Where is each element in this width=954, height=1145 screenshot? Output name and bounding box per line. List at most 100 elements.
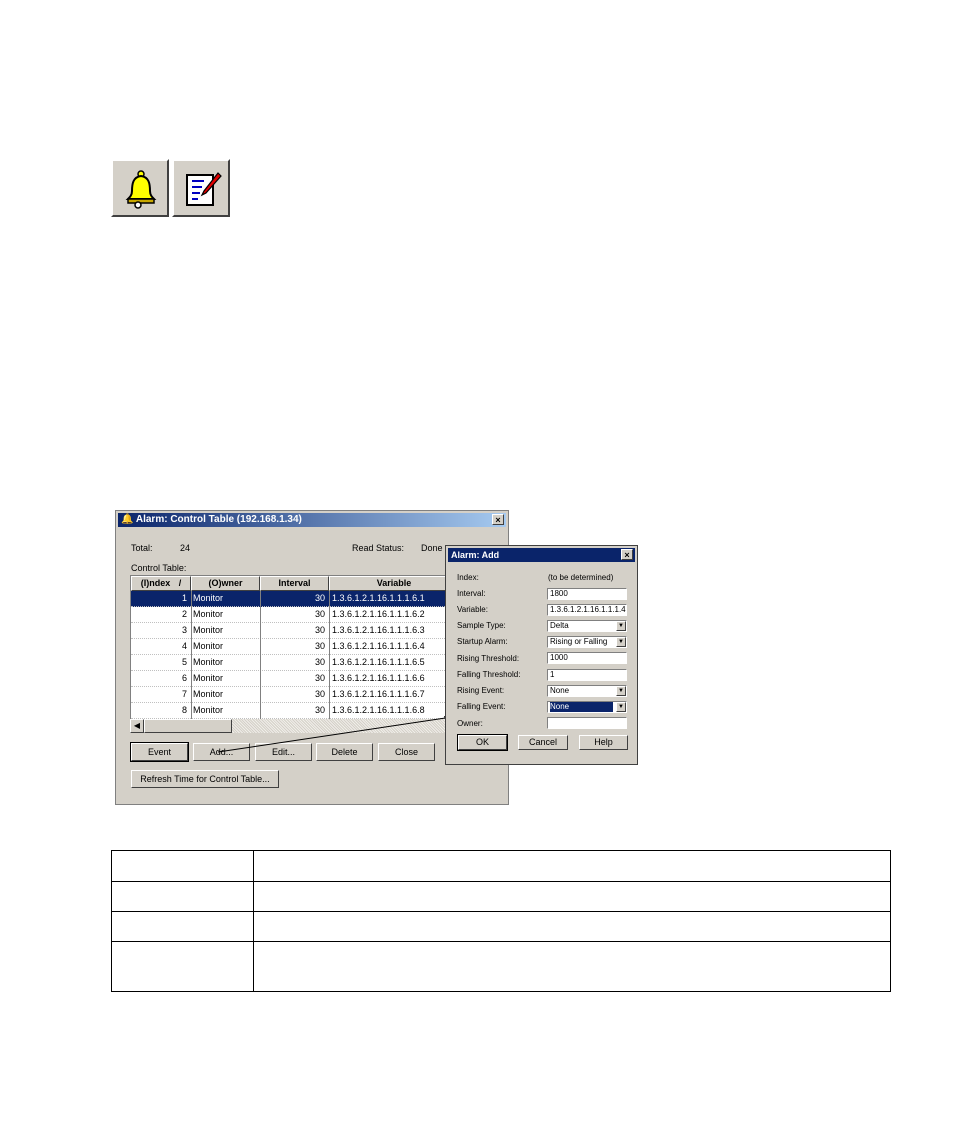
cell-interval: 30 bbox=[314, 593, 325, 603]
cell-variable: 1.3.6.1.2.1.16.1.1.1.6.7 bbox=[332, 689, 425, 699]
variable-input[interactable]: 1.3.6.1.2.1.16.1.1.1.4.1 bbox=[547, 604, 627, 616]
column-header-index[interactable]: (I)ndex / bbox=[131, 576, 191, 591]
scroll-left-arrow[interactable]: ◀ bbox=[130, 719, 144, 733]
column-divider bbox=[329, 703, 330, 719]
cancel-button[interactable]: Cancel bbox=[518, 735, 568, 750]
cell-variable: 1.3.6.1.2.1.16.1.1.1.6.5 bbox=[332, 657, 425, 667]
table-row[interactable]: 3 Monitor 30 1.3.6.1.2.1.16.1.1.1.6.3 bbox=[131, 623, 447, 639]
owner-label: Owner: bbox=[457, 719, 483, 728]
horizontal-scrollbar[interactable]: ◀ bbox=[130, 719, 448, 733]
column-divider bbox=[329, 607, 330, 623]
delete-button[interactable]: Delete bbox=[316, 743, 373, 761]
sample-type-select[interactable]: Delta ▼ bbox=[547, 620, 627, 632]
rising-threshold-label: Rising Threshold: bbox=[457, 654, 520, 663]
cell-index: 2 bbox=[181, 609, 187, 619]
column-divider bbox=[260, 623, 261, 639]
table-row[interactable]: 1 Monitor 30 1.3.6.1.2.1.16.1.1.1.6.1 bbox=[131, 591, 447, 607]
table-cell bbox=[253, 850, 891, 882]
column-divider bbox=[329, 671, 330, 687]
table-row[interactable]: 8 Monitor 30 1.3.6.1.2.1.16.1.1.1.6.8 bbox=[131, 703, 447, 719]
dropdown-arrow-icon[interactable]: ▼ bbox=[616, 621, 626, 631]
column-divider bbox=[260, 639, 261, 655]
cell-index: 8 bbox=[181, 705, 187, 715]
alarm-bell-button[interactable] bbox=[111, 159, 169, 217]
cell-interval: 30 bbox=[314, 657, 325, 667]
table-row[interactable]: 5 Monitor 30 1.3.6.1.2.1.16.1.1.1.6.5 bbox=[131, 655, 447, 671]
column-divider bbox=[191, 607, 192, 623]
column-divider bbox=[329, 623, 330, 639]
title-bar: 🔔 Alarm: Control Table (192.168.1.34) × bbox=[118, 513, 506, 527]
table-cell bbox=[111, 911, 254, 942]
table-row[interactable]: 4 Monitor 30 1.3.6.1.2.1.16.1.1.1.6.4 bbox=[131, 639, 447, 655]
startup-alarm-select[interactable]: Rising or Falling ▼ bbox=[547, 636, 627, 648]
control-table-label: Control Table: bbox=[131, 563, 187, 573]
ok-button[interactable]: OK bbox=[457, 734, 508, 751]
column-divider bbox=[329, 591, 330, 607]
rising-event-select[interactable]: None ▼ bbox=[547, 685, 627, 697]
falling-threshold-input[interactable]: 1 bbox=[547, 669, 627, 681]
cell-index: 3 bbox=[181, 625, 187, 635]
cell-owner: Monitor bbox=[193, 593, 224, 603]
refresh-time-button[interactable]: Refresh Time for Control Table... bbox=[131, 770, 279, 788]
cell-owner: Monitor bbox=[193, 673, 224, 683]
column-header-owner[interactable]: (O)wner bbox=[191, 576, 260, 591]
cell-index: 5 bbox=[181, 657, 187, 667]
scroll-thumb[interactable] bbox=[144, 719, 232, 733]
startup-alarm-label: Startup Alarm: bbox=[457, 637, 508, 646]
cell-variable: 1.3.6.1.2.1.16.1.1.1.6.1 bbox=[332, 593, 425, 603]
owner-input[interactable] bbox=[547, 717, 627, 729]
sample-type-label: Sample Type: bbox=[457, 621, 506, 630]
edit-icon bbox=[186, 172, 222, 206]
control-table[interactable]: (I)ndex / (O)wner Interval Variable 1 Mon… bbox=[130, 575, 448, 721]
index-label: Index: bbox=[457, 573, 479, 582]
cell-interval: 30 bbox=[314, 689, 325, 699]
column-header-interval[interactable]: Interval bbox=[260, 576, 329, 591]
dropdown-arrow-icon[interactable]: ▼ bbox=[616, 702, 626, 712]
alarm-add-dialog: Alarm: Add × Index: (to be determined) I… bbox=[445, 545, 638, 765]
column-divider bbox=[329, 639, 330, 655]
cell-interval: 30 bbox=[314, 673, 325, 683]
edit-button[interactable]: Edit... bbox=[255, 743, 312, 761]
close-window-button[interactable]: × bbox=[492, 514, 504, 525]
window-title: Alarm: Control Table (192.168.1.34) bbox=[135, 514, 302, 525]
interval-label: Interval: bbox=[457, 589, 486, 598]
table-row[interactable]: 6 Monitor 30 1.3.6.1.2.1.16.1.1.1.6.6 bbox=[131, 671, 447, 687]
help-button[interactable]: Help bbox=[579, 735, 628, 750]
cell-interval: 30 bbox=[314, 625, 325, 635]
column-divider bbox=[329, 655, 330, 671]
table-row[interactable]: 2 Monitor 30 1.3.6.1.2.1.16.1.1.1.6.2 bbox=[131, 607, 447, 623]
cell-owner: Monitor bbox=[193, 609, 224, 619]
table-row[interactable]: 7 Monitor 30 1.3.6.1.2.1.16.1.1.1.6.7 bbox=[131, 687, 447, 703]
falling-event-select[interactable]: None ▼ bbox=[547, 701, 627, 713]
cell-variable: 1.3.6.1.2.1.16.1.1.1.6.8 bbox=[332, 705, 425, 715]
edit-button[interactable] bbox=[172, 159, 230, 217]
total-value: 24 bbox=[180, 543, 191, 553]
cell-owner: Monitor bbox=[193, 641, 224, 651]
table-row bbox=[111, 941, 891, 992]
cell-variable: 1.3.6.1.2.1.16.1.1.1.6.4 bbox=[332, 641, 425, 651]
add-button[interactable]: Add... bbox=[193, 743, 250, 761]
cell-variable: 1.3.6.1.2.1.16.1.1.1.6.3 bbox=[332, 625, 425, 635]
total-label: Total: bbox=[131, 543, 153, 553]
dropdown-arrow-icon[interactable]: ▼ bbox=[616, 637, 626, 647]
rising-threshold-input[interactable]: 1000 bbox=[547, 652, 627, 664]
table-row bbox=[111, 881, 891, 912]
cell-owner: Monitor bbox=[193, 657, 224, 667]
rising-event-label: Rising Event: bbox=[457, 686, 505, 695]
index-value: (to be determined) bbox=[548, 573, 614, 582]
table-row bbox=[111, 911, 891, 942]
table-row bbox=[111, 850, 891, 882]
interval-input[interactable]: 1800 bbox=[547, 588, 627, 600]
cell-interval: 30 bbox=[314, 705, 325, 715]
close-dialog-button[interactable]: × bbox=[621, 549, 633, 560]
column-divider bbox=[191, 591, 192, 607]
dialog-title: Alarm: Add bbox=[451, 550, 500, 560]
close-button[interactable]: Close bbox=[378, 743, 435, 761]
dropdown-arrow-icon[interactable]: ▼ bbox=[616, 686, 626, 696]
column-divider bbox=[191, 671, 192, 687]
falling-threshold-label: Falling Threshold: bbox=[457, 670, 521, 679]
event-button[interactable]: Event bbox=[130, 742, 189, 762]
column-divider bbox=[260, 607, 261, 623]
column-header-variable[interactable]: Variable bbox=[329, 576, 447, 591]
column-divider bbox=[260, 687, 261, 703]
